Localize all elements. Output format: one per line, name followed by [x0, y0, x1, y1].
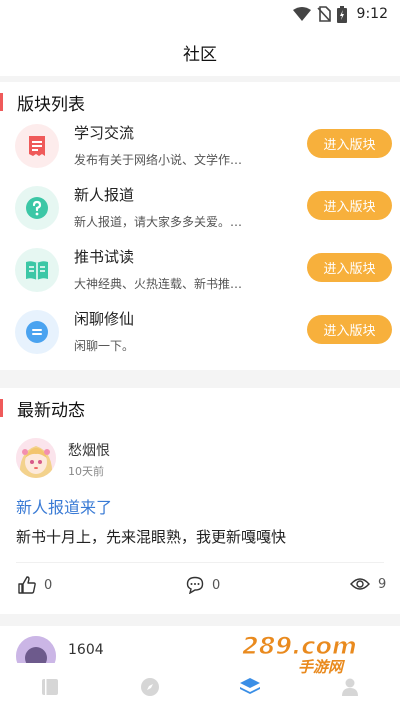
- enter-forum-button[interactable]: 进入版块: [307, 253, 392, 282]
- forum-section-title: 版块列表: [17, 94, 85, 115]
- forum-item-recommend[interactable]: 推书试读 大神经典、火热连载、新书推… 进入版块: [0, 244, 400, 300]
- post-body[interactable]: 新书十月上，先来混眼熟，我更新嘎嘎快: [16, 526, 286, 547]
- status-time: 9:12: [356, 6, 388, 22]
- page-title: 社区: [183, 44, 217, 65]
- layers-icon: [240, 678, 260, 694]
- thumbs-up-icon: [18, 576, 36, 594]
- forum-description: 发布有关于网络小说、文学作…: [74, 153, 243, 167]
- forum-description: 新人报道，请大家多多关爱。…: [74, 215, 243, 229]
- views-indicator: 9: [350, 576, 386, 592]
- status-bar: 9:12: [0, 0, 400, 28]
- forum-name: 新人报道: [74, 186, 135, 204]
- bookshelf-icon: [42, 679, 58, 695]
- divider: [16, 562, 384, 563]
- comment-icon: [186, 576, 204, 594]
- latest-section-title: 最新动态: [17, 400, 85, 421]
- forum-name: 学习交流: [74, 124, 135, 142]
- forum-name: 推书试读: [74, 248, 135, 266]
- enter-forum-button[interactable]: 进入版块: [307, 191, 392, 220]
- profile-icon: [342, 678, 358, 696]
- forum-icon-badge: [15, 124, 59, 168]
- forum-item-study[interactable]: 学习交流 发布有关于网络小说、文学作… 进入版块: [0, 120, 400, 176]
- forum-section-header: 版块列表: [0, 92, 85, 115]
- forum-name: 闲聊修仙: [74, 310, 135, 328]
- forum-description: 大神经典、火热连载、新书推…: [74, 277, 243, 291]
- post-author[interactable]: 1604: [68, 642, 104, 658]
- book-icon: [26, 261, 48, 280]
- like-button[interactable]: 0: [18, 576, 52, 594]
- forum-icon-badge: [15, 310, 59, 354]
- forum-item-chat[interactable]: 闲聊修仙 闲聊一下。 进入版块: [0, 306, 400, 362]
- comment-count: 0: [212, 577, 221, 593]
- tab-discover[interactable]: [130, 672, 170, 702]
- bottom-tab-bar: [0, 663, 400, 711]
- document-icon: [29, 136, 45, 156]
- section-accent-bar: [0, 93, 3, 111]
- comment-button[interactable]: 0: [186, 576, 220, 594]
- tab-profile[interactable]: [330, 672, 370, 702]
- latest-section: 最新动态 愁烟恨 10天前 新人报道来了 新书十月上，先来混眼熟，我更新嘎嘎快 …: [0, 388, 400, 614]
- compass-icon: [141, 678, 159, 696]
- view-count: 9: [378, 576, 387, 592]
- enter-forum-button[interactable]: 进入版块: [307, 315, 392, 344]
- post-title[interactable]: 新人报道来了: [16, 494, 112, 518]
- forum-icon-badge: [15, 248, 59, 292]
- tab-bookshelf[interactable]: [30, 672, 70, 702]
- app-header: 社区: [0, 28, 400, 76]
- question-icon: [26, 197, 48, 219]
- post-author[interactable]: 愁烟恨: [68, 440, 110, 460]
- battery-charging-icon: [336, 5, 347, 23]
- like-count: 0: [44, 577, 53, 593]
- no-sim-icon: [316, 6, 331, 22]
- anime-girl-avatar-icon: [16, 438, 56, 478]
- post-time: 10天前: [68, 465, 104, 478]
- section-accent-bar: [0, 399, 3, 417]
- forum-icon-badge: [15, 186, 59, 230]
- forum-section: 版块列表 学习交流 发布有关于网络小说、文学作… 进入版块 新人报道 新人报道，…: [0, 82, 400, 370]
- chat-icon: [26, 321, 48, 343]
- wifi-icon: [292, 7, 311, 21]
- tab-community[interactable]: [230, 672, 270, 702]
- avatar[interactable]: [16, 438, 56, 478]
- latest-section-header: 最新动态: [0, 398, 85, 421]
- enter-forum-button[interactable]: 进入版块: [307, 129, 392, 158]
- eye-icon: [350, 578, 370, 590]
- forum-item-newcomer[interactable]: 新人报道 新人报道，请大家多多关爱。… 进入版块: [0, 182, 400, 238]
- forum-description: 闲聊一下。: [74, 339, 135, 353]
